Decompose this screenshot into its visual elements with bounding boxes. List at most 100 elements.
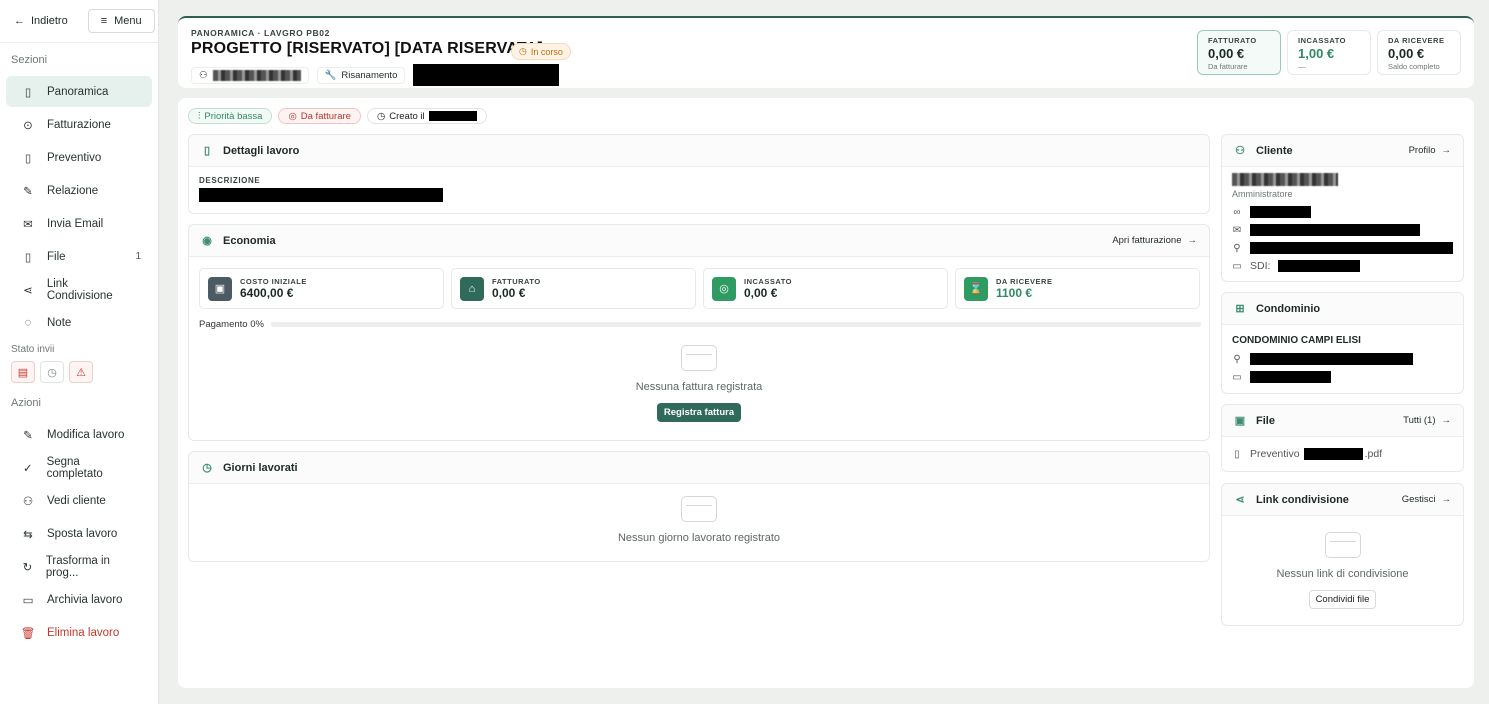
status-badge: ◷ In corso xyxy=(511,43,571,60)
profile-link[interactable]: Profilo → xyxy=(1409,145,1451,156)
action-archivia-lavoro[interactable]: ▭ Archivia lavoro xyxy=(6,584,152,615)
location-pin-icon: ⚲ xyxy=(1233,242,1241,254)
economy-card-label: DA RICEVERE xyxy=(996,277,1053,286)
sidebar-item-panoramica[interactable]: ▯ Panoramica xyxy=(6,76,152,107)
redacted-address xyxy=(1250,353,1413,365)
register-invoice-button[interactable]: Registra fattura xyxy=(656,403,742,422)
open-billing-link[interactable]: Apri fatturazione → xyxy=(1112,235,1197,246)
client-email-line: ✉ xyxy=(1232,221,1453,239)
condominium-body: CONDOMINIO CAMPI ELISI ⚲ ▭ xyxy=(1222,325,1463,396)
arrow-right-icon: → xyxy=(1187,235,1198,246)
redacted-description xyxy=(199,188,443,202)
warning-status-icon[interactable]: ⚠ xyxy=(69,361,93,383)
sidebar-item-file[interactable]: ▯ File 1 xyxy=(6,241,152,272)
mail-icon: ✉ xyxy=(23,218,33,231)
kpi-sub: Da fatturare xyxy=(1208,62,1248,71)
section-stato-invii: Stato invii xyxy=(11,344,55,355)
sidebar-item-label: Link Condivisione xyxy=(46,277,113,302)
clock-status-icon[interactable]: ◷ xyxy=(40,361,64,383)
kpi-sub: Saldo completo xyxy=(1388,62,1440,71)
client-chip[interactable]: ⚇ xyxy=(191,66,309,84)
client-address-line: ⚲ xyxy=(1232,239,1453,257)
redacted-filename xyxy=(1303,448,1363,460)
manage-links-label: Gestisci xyxy=(1401,494,1436,505)
sidebar-item-preventivo[interactable]: ▯ Preventivo xyxy=(6,142,152,173)
kpi-da-ricevere[interactable]: DA RICEVERE 0,00 € Saldo completo xyxy=(1377,30,1461,75)
blurred-client-name xyxy=(1232,173,1338,186)
user-icon: ⚇ xyxy=(22,495,34,508)
clock-icon: ◷ xyxy=(202,462,212,474)
menu-button[interactable]: ≡ Menu xyxy=(87,9,155,33)
payment-label: Pagamento 0% xyxy=(199,319,264,330)
payment-progress-track xyxy=(271,322,1201,327)
priority-label: Priorità bassa xyxy=(204,110,263,122)
file-icon: ▯ xyxy=(1234,448,1240,460)
economy-card-da-ricevere: ⌛ DA RICEVERE 1100 € xyxy=(955,268,1200,309)
action-label: Sposta lavoro xyxy=(47,527,118,540)
folder-icon: ▣ xyxy=(1234,415,1246,427)
hamburger-icon: ≡ xyxy=(100,15,108,27)
action-sposta-lavoro[interactable]: ⇆ Sposta lavoro xyxy=(6,518,152,549)
details-title: Dettagli lavoro xyxy=(223,144,300,157)
arrow-right-icon: → xyxy=(1441,494,1452,505)
economy-card-value: 6400,00 € xyxy=(240,286,294,300)
pdf-status-icon[interactable]: ▤ xyxy=(11,361,35,383)
files-panel: ▣ File Tutti (1) → ▯ Preventivo .pdf xyxy=(1221,404,1464,472)
action-vedi-cliente[interactable]: ⚇ Vedi cliente xyxy=(6,485,152,516)
action-trasforma[interactable]: ↻ Trasforma in prog... xyxy=(6,551,152,582)
action-segna-completato[interactable]: ✓ Segna completato xyxy=(6,452,152,483)
empty-share-links-text: Nessun link di condivisione xyxy=(1276,568,1409,580)
menu-label: Menu xyxy=(114,15,142,27)
economy-panel: ◉ Economia Apri fatturazione → ▣ COSTO I… xyxy=(188,224,1210,441)
back-button[interactable]: ← Indietro xyxy=(8,11,74,31)
economy-card-label: FATTURATO xyxy=(492,277,541,286)
category-label: Risanamento xyxy=(341,69,398,81)
client-panel: ⚇ Cliente Profilo → Amministratore ∞ ✉ ⚲ xyxy=(1221,134,1464,282)
id-card-icon: ▭ xyxy=(1232,371,1242,383)
billing-label: Da fatturare xyxy=(300,110,351,122)
kpi-fatturato[interactable]: FATTURATO 0,00 € Da fatturare xyxy=(1197,30,1281,75)
condominium-title: Condominio xyxy=(1256,302,1321,315)
empty-inbox-icon xyxy=(681,496,717,522)
sidebar-item-fatturazione[interactable]: ⊙ Fatturazione xyxy=(6,109,152,140)
action-modifica-lavoro[interactable]: ✎ Modifica lavoro xyxy=(6,419,152,450)
category-chip[interactable]: 🔧 Risanamento xyxy=(316,66,406,84)
all-files-link[interactable]: Tutti (1) → xyxy=(1403,415,1451,426)
kpi-incassato[interactable]: INCASSATO 1,00 € — xyxy=(1287,30,1371,75)
page-title: PROGETTO [RISERVATO] [DATA RISERVATA] xyxy=(191,40,544,57)
archive-icon: ▭ xyxy=(22,594,34,607)
economy-title: Economia xyxy=(223,234,276,247)
empty-workdays-text: Nessun giorno lavorato registrato xyxy=(617,532,781,544)
all-files-label: Tutti (1) xyxy=(1403,415,1436,426)
blurred-client-name xyxy=(212,69,301,81)
sidebar-item-label: Fatturazione xyxy=(47,118,111,131)
client-body: Amministratore ∞ ✉ ⚲ ▭ SDI: xyxy=(1222,167,1463,281)
redacted-id xyxy=(1250,371,1331,383)
created-tag: ◷ Creato il xyxy=(366,108,487,124)
breadcrumb: PANORAMICA · LAVGRO PB02 xyxy=(191,28,330,38)
economy-card-value: 0,00 € xyxy=(744,286,778,300)
manage-links-link[interactable]: Gestisci → xyxy=(1402,494,1451,505)
status-icons: ▤ ◷ ⚠ xyxy=(0,361,158,383)
redacted-value xyxy=(1250,206,1311,218)
kpi-value: 0,00 € xyxy=(1388,46,1425,61)
file-row[interactable]: ▯ Preventivo .pdf xyxy=(1232,445,1453,463)
empty-inbox-icon xyxy=(681,345,717,371)
sidebar-item-relazione[interactable]: ✎ Relazione xyxy=(6,175,152,206)
sidebar-item-link-condivisione[interactable]: ⋖ Link Condivisione xyxy=(6,274,152,305)
redacted-address xyxy=(1249,242,1453,254)
economy-card-incassato: ◎ INCASSATO 0,00 € xyxy=(703,268,948,309)
share-file-button[interactable]: Condividi file xyxy=(1308,590,1377,609)
sidebar-item-invia-email[interactable]: ✉ Invia Email xyxy=(6,208,152,239)
building-icon: ⊞ xyxy=(1235,303,1245,315)
sidebar-item-label: File xyxy=(47,250,66,263)
trash-icon: 🗑 xyxy=(20,627,36,640)
condominium-header: ⊞ Condominio xyxy=(1222,293,1463,325)
files-body: ▯ Preventivo .pdf xyxy=(1222,437,1463,471)
sidebar-item-note[interactable]: ◌ Note xyxy=(6,307,152,338)
priority-tag: ⫶ Priorità bassa xyxy=(188,108,273,124)
action-elimina-lavoro[interactable]: 🗑 Elimina lavoro xyxy=(6,617,152,648)
client-link-line: ∞ xyxy=(1232,203,1453,221)
clock-icon: ◷ xyxy=(519,46,527,56)
kpi-value: 0,00 € xyxy=(1208,46,1245,61)
